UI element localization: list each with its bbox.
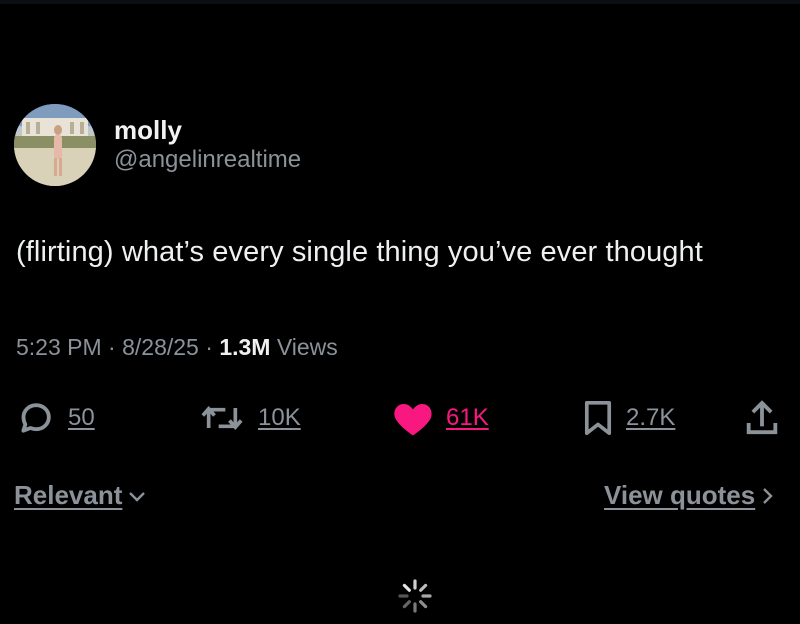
bookmark-button[interactable]: 2.7K [582, 392, 675, 444]
chevron-right-icon [761, 485, 775, 507]
retweet-icon [198, 398, 246, 438]
chevron-down-icon [126, 485, 148, 507]
reply-button[interactable]: 50 [16, 392, 95, 444]
user-handle[interactable]: @angelinrealtime [114, 144, 301, 176]
avatar[interactable] [14, 104, 96, 186]
tweet-meta: 5:23 PM · 8/28/25 · 1.3M Views [16, 334, 338, 361]
like-count: 61K [446, 404, 489, 431]
author-names: molly @angelinrealtime [114, 116, 301, 176]
tweet-date[interactable]: 8/28/25 [122, 334, 199, 360]
meta-separator: · [205, 334, 213, 360]
share-button[interactable] [742, 392, 782, 444]
share-icon [742, 398, 782, 438]
views-count[interactable]: 1.3M [219, 334, 270, 360]
reply-count: 50 [68, 404, 95, 431]
view-quotes-label: View quotes [604, 480, 756, 510]
sort-label: Relevant [14, 480, 123, 510]
top-divider [0, 0, 800, 4]
tweet-time[interactable]: 5:23 PM [16, 334, 102, 360]
view-quotes-link[interactable]: View quotes [604, 480, 775, 511]
bookmark-count: 2.7K [626, 404, 676, 431]
display-name[interactable]: molly [114, 116, 301, 144]
like-button[interactable]: 61K [392, 392, 489, 444]
loading-spinner-icon [395, 576, 435, 621]
tweet-actions: 50 10K 61K 2.7K [0, 392, 800, 444]
tweet-author[interactable]: molly @angelinrealtime [14, 104, 301, 186]
avatar-photo [14, 104, 96, 186]
heart-icon [392, 398, 434, 438]
retweet-count: 10K [258, 404, 301, 431]
meta-separator: · [108, 334, 116, 360]
views-label: Views [276, 334, 338, 360]
tweet-text: (flirting) what’s every single thing you… [16, 236, 703, 268]
bookmark-icon [582, 398, 614, 438]
sort-replies-dropdown[interactable]: Relevant [14, 480, 148, 511]
retweet-button[interactable]: 10K [198, 392, 301, 444]
speech-bubble-icon [16, 398, 56, 438]
